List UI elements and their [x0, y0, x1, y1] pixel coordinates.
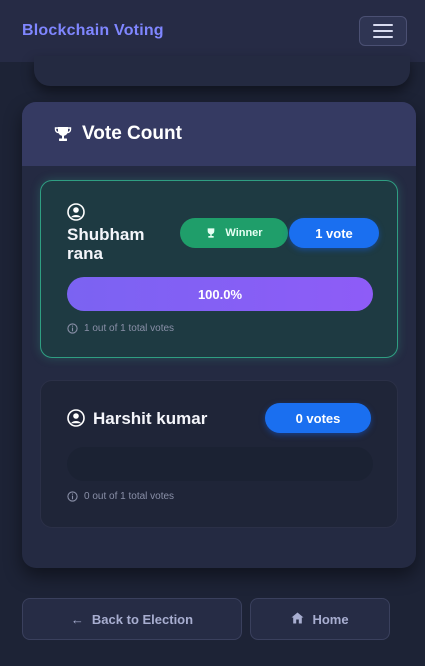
vote-summary: 0 out of 1 total votes [67, 491, 174, 502]
candidate-name: Harshit kumar [93, 409, 208, 428]
vote-progress-bar [67, 447, 373, 481]
vote-summary-text: 0 out of 1 total votes [84, 491, 175, 502]
back-to-election-button[interactable]: ← Back to Election [22, 598, 242, 640]
back-button-label: Back to Election [91, 611, 194, 627]
vote-count-header: Vote Count [22, 102, 416, 166]
candidate-name: Shubham rana [67, 225, 145, 263]
hamburger-icon [373, 36, 393, 38]
vote-count-badge: 1 vote [289, 218, 379, 248]
vote-summary: 1 out of 1 total votes [67, 323, 174, 334]
hamburger-icon [373, 30, 393, 32]
info-icon [67, 491, 78, 502]
user-circle-icon [67, 409, 85, 427]
vote-count-card: Vote Count Shubham rana Winner 1 vote 10… [22, 102, 416, 568]
vote-count-title: Vote Count [82, 123, 182, 144]
vote-summary-text: 1 out of 1 total votes [84, 323, 175, 334]
winner-badge: Winner [180, 218, 288, 248]
vote-progress-fill: 100.0% [67, 277, 373, 311]
candidate-card: Harshit kumar 0 votes 0 out of 1 total v… [40, 380, 398, 528]
home-button-label: Home [312, 611, 349, 627]
info-icon [67, 323, 78, 334]
vote-percentage: 100.0% [197, 286, 243, 302]
navbar: Blockchain Voting [0, 0, 425, 62]
vote-progress-bar: 100.0% [67, 277, 373, 311]
candidate-card-winner: Shubham rana Winner 1 vote 100.0% 1 out … [40, 180, 398, 358]
home-icon [291, 612, 304, 627]
previous-card-edge [34, 56, 410, 86]
trophy-icon [54, 125, 72, 143]
user-circle-icon [67, 203, 85, 221]
trophy-icon [208, 228, 215, 238]
brand-title[interactable]: Blockchain Voting [22, 22, 164, 40]
vote-count-badge: 0 votes [265, 403, 371, 433]
winner-label: Winner [225, 227, 263, 239]
arrow-left-icon: ← [70, 611, 84, 627]
home-button[interactable]: Home [250, 598, 390, 640]
hamburger-icon [373, 24, 393, 26]
menu-toggle-button[interactable] [359, 16, 407, 46]
